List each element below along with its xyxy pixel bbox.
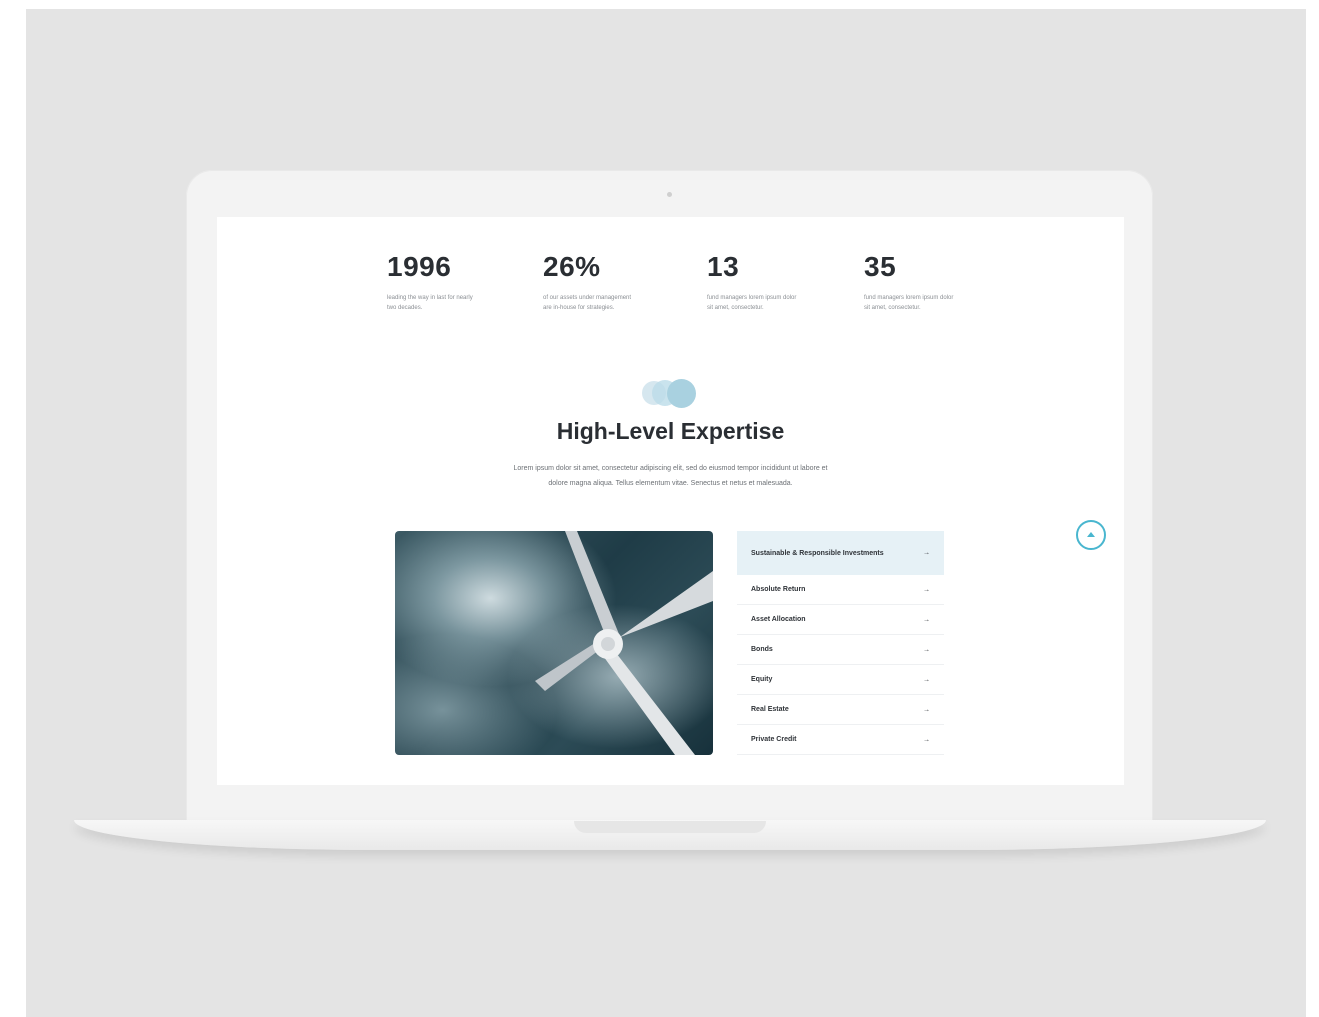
- menu-item-label: Bonds: [751, 646, 773, 653]
- arrow-right-icon: →: [923, 586, 930, 593]
- menu-item-bonds[interactable]: Bonds →: [737, 635, 944, 665]
- section-intro: Lorem ipsum dolor sit amet, consectetur …: [513, 465, 828, 487]
- menu-item-private-credit[interactable]: Private Credit →: [737, 725, 944, 755]
- scroll-to-top-button[interactable]: [1076, 520, 1106, 550]
- menu-item-absolute-return[interactable]: Absolute Return →: [737, 575, 944, 605]
- stat-item: 26% of our assets under management are i…: [543, 247, 663, 313]
- laptop-screen: 1996 leading the way in last for nearly …: [217, 217, 1124, 785]
- menu-item-asset-allocation[interactable]: Asset Allocation →: [737, 605, 944, 635]
- menu-item-label: Real Estate: [751, 706, 789, 713]
- menu-item-sustainable[interactable]: Sustainable & Responsible Investments →: [737, 531, 944, 575]
- stat-item: 35 fund managers lorem ipsum dolor sit a…: [864, 247, 984, 313]
- stat-description: leading the way in last for nearly two d…: [387, 295, 473, 311]
- menu-item-label: Sustainable & Responsible Investments: [751, 549, 884, 557]
- expertise-menu: Sustainable & Responsible Investments → …: [737, 531, 944, 755]
- menu-item-label: Absolute Return: [751, 586, 806, 593]
- arrow-right-icon: →: [923, 676, 930, 683]
- menu-item-real-estate[interactable]: Real Estate →: [737, 695, 944, 725]
- stat-description: fund managers lorem ipsum dolor sit amet…: [707, 295, 797, 311]
- chevron-up-icon: [1087, 532, 1095, 537]
- arrow-right-icon: →: [923, 736, 930, 743]
- stat-description: fund managers lorem ipsum dolor sit amet…: [864, 295, 954, 311]
- circles-icon: [640, 379, 700, 409]
- arrow-right-icon: →: [923, 549, 930, 557]
- menu-item-label: Equity: [751, 676, 773, 683]
- stat-value: 13: [707, 251, 740, 282]
- stat-value: 35: [864, 251, 897, 282]
- arrow-right-icon: →: [923, 616, 930, 623]
- stat-item: 1996 leading the way in last for nearly …: [387, 247, 507, 313]
- hero-image: [395, 531, 713, 755]
- menu-item-label: Asset Allocation: [751, 616, 806, 623]
- arrow-right-icon: →: [923, 706, 930, 713]
- stat-description: of our assets under management are in-ho…: [543, 295, 632, 311]
- stat-item: 13 fund managers lorem ipsum dolor sit a…: [707, 247, 827, 313]
- dot-dark: [667, 379, 696, 408]
- wind-turbine-graphic: [535, 531, 713, 755]
- menu-item-label: Private Credit: [751, 736, 797, 743]
- section-title: High-Level Expertise: [556, 418, 785, 444]
- laptop-notch: [574, 821, 766, 833]
- stat-value: 1996: [387, 251, 452, 282]
- camera-icon: [667, 192, 672, 197]
- stat-value: 26%: [543, 251, 601, 282]
- menu-item-equity[interactable]: Equity →: [737, 665, 944, 695]
- arrow-right-icon: →: [923, 646, 930, 653]
